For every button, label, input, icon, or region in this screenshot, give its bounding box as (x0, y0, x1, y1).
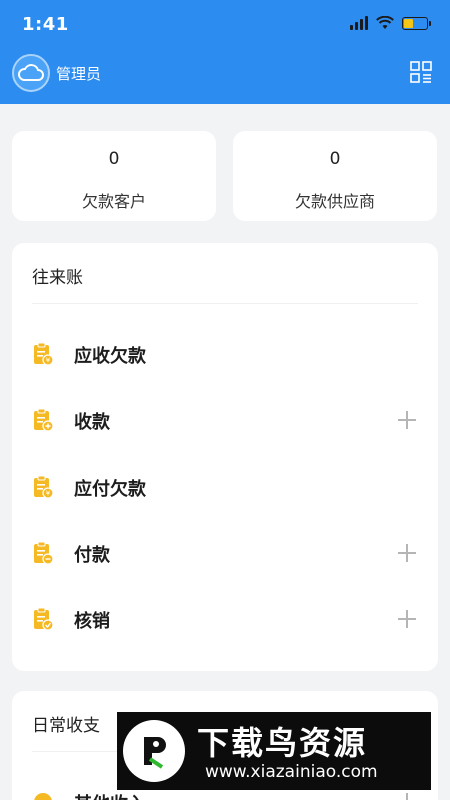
header: 1:41 管理员 (0, 0, 450, 104)
list-item-payment[interactable]: 付款 (12, 528, 438, 578)
wifi-icon (376, 16, 394, 29)
svg-text:¥: ¥ (46, 490, 51, 498)
list-item-label: 核销 (74, 611, 110, 632)
summary-debtor-suppliers[interactable]: 0 欠款供应商 (233, 131, 437, 221)
bird-logo-icon (123, 720, 185, 782)
clipboard-yen-icon: ¥ (34, 342, 54, 366)
user-name: 管理员 (56, 65, 102, 83)
clipboard-minus-icon (34, 541, 54, 565)
accounts-card: 往来账 ¥ 应收欠款 收款 ¥ 应付欠款 付款 核销 (12, 243, 438, 671)
summary-value: 0 (108, 149, 120, 169)
add-payment-button[interactable] (398, 544, 416, 562)
cloud-icon (18, 64, 44, 81)
battery-icon (402, 16, 431, 30)
status-icons (350, 16, 431, 30)
circle-icon (34, 793, 52, 800)
list-item-label: 其他收入 (74, 790, 146, 800)
clipboard-yen-icon: ¥ (34, 475, 54, 499)
svg-text:¥: ¥ (46, 357, 51, 365)
card-title: 日常收支 (32, 716, 100, 736)
grid-menu-icon[interactable] (410, 61, 432, 83)
add-collection-button[interactable] (398, 411, 416, 429)
clipboard-plus-icon (34, 408, 54, 432)
list-item-label: 收款 (74, 412, 110, 433)
status-bar: 1:41 (0, 0, 450, 48)
list-item-label: 应付欠款 (74, 479, 146, 500)
status-time: 1:41 (22, 14, 69, 35)
clipboard-check-icon (34, 607, 54, 631)
watermark-title: 下载鸟资源 (197, 724, 368, 762)
list-item-receivable[interactable]: ¥ 应收欠款 (12, 329, 438, 379)
divider (32, 303, 418, 304)
app-bar: 管理员 (0, 48, 450, 100)
watermark-url: www.xiazainiao.com (205, 762, 378, 782)
card-title: 往来账 (32, 268, 83, 288)
summary-value: 0 (329, 149, 341, 169)
list-item-payable[interactable]: ¥ 应付欠款 (12, 462, 438, 512)
summary-debtor-customers[interactable]: 0 欠款客户 (12, 131, 216, 221)
list-item-collection[interactable]: 收款 (12, 395, 438, 445)
list-item-label: 应收欠款 (74, 346, 146, 367)
watermark-banner: 下载鸟资源 www.xiazainiao.com (117, 712, 431, 790)
avatar[interactable] (12, 54, 50, 92)
list-item-label: 付款 (74, 545, 110, 566)
add-writeoff-button[interactable] (398, 610, 416, 628)
summary-label: 欠款供应商 (294, 192, 375, 211)
cellular-signal-icon (350, 16, 368, 30)
summary-label: 欠款客户 (81, 192, 146, 211)
add-other-income-button[interactable] (398, 793, 416, 800)
list-item-writeoff[interactable]: 核销 (12, 594, 438, 644)
